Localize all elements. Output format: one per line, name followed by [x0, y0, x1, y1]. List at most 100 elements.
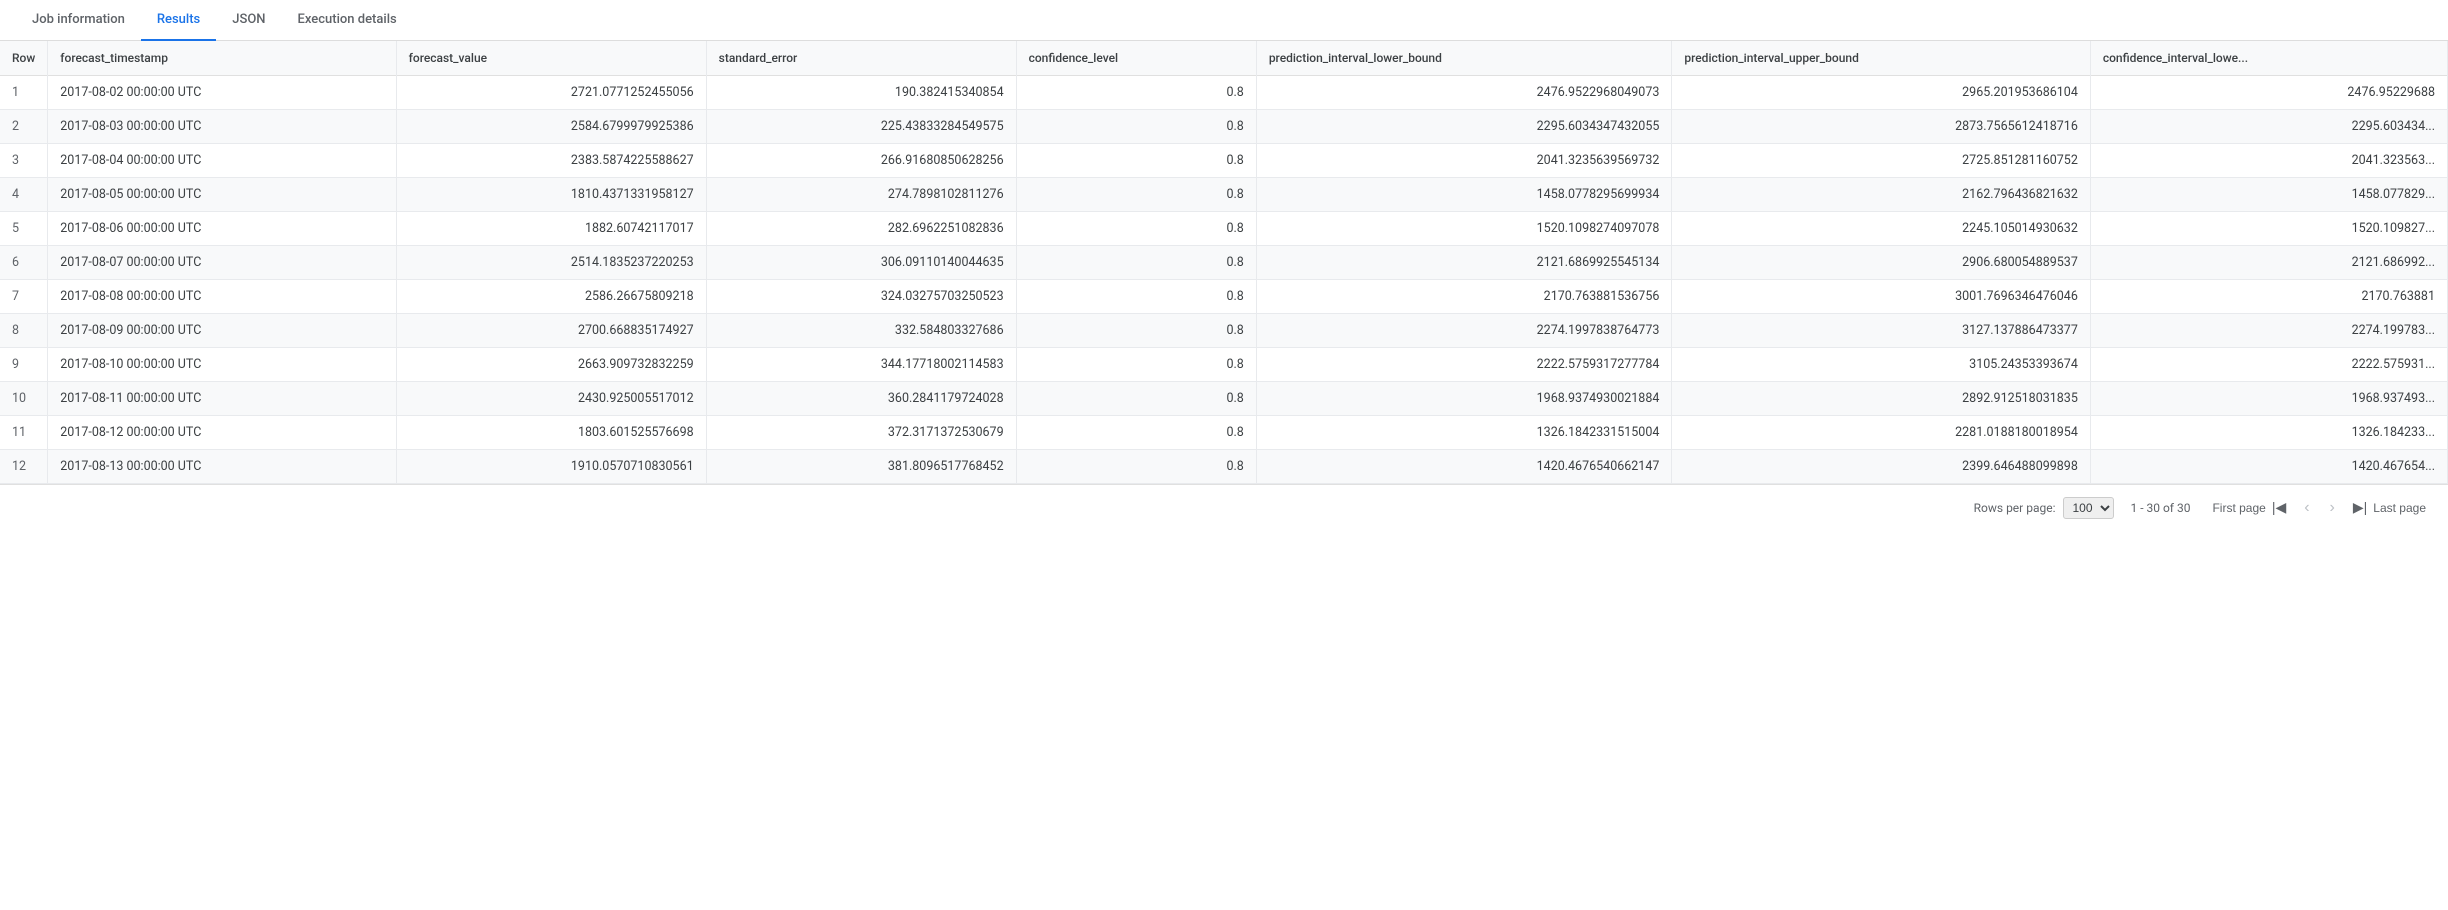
table-cell: 0.8: [1016, 212, 1256, 246]
table-cell: 3: [0, 144, 48, 178]
table-cell: 2892.912518031835: [1672, 382, 2090, 416]
table-cell: 2222.5759317277784: [1256, 348, 1672, 382]
col-header-upper-bound: prediction_interval_upper_bound: [1672, 41, 2090, 76]
table-cell: 2906.680054889537: [1672, 246, 2090, 280]
table-cell: 2584.6799979925386: [396, 110, 706, 144]
table-cell: 2170.763881: [2090, 280, 2447, 314]
last-page-icon: ▶|: [2353, 499, 2367, 516]
prev-page-button[interactable]: ‹: [2296, 496, 2317, 520]
table-cell: 3001.7696346476046: [1672, 280, 2090, 314]
table-cell: 1910.0570710830561: [396, 450, 706, 484]
table-cell: 2873.7565612418716: [1672, 110, 2090, 144]
table-cell: 2476.95229688: [2090, 76, 2447, 110]
table-cell: 2170.763881536756: [1256, 280, 1672, 314]
table-header-row: Row forecast_timestamp forecast_value st…: [0, 41, 2448, 76]
table-cell: 1420.4676540662147: [1256, 450, 1672, 484]
col-header-standard-error: standard_error: [706, 41, 1016, 76]
table-cell: 2274.199783...: [2090, 314, 2447, 348]
table-cell: 190.382415340854: [706, 76, 1016, 110]
table-cell: 11: [0, 416, 48, 450]
table-cell: 282.6962251082836: [706, 212, 1016, 246]
next-page-button[interactable]: ›: [2322, 496, 2343, 520]
table-cell: 2725.851281160752: [1672, 144, 2090, 178]
table-cell: 1420.467654...: [2090, 450, 2447, 484]
rows-per-page-select[interactable]: 100 50 25: [2063, 497, 2114, 519]
table-cell: 2017-08-07 00:00:00 UTC: [48, 246, 396, 280]
table-row: 12017-08-02 00:00:00 UTC2721.07712524550…: [0, 76, 2448, 110]
table-cell: 1: [0, 76, 48, 110]
results-table: Row forecast_timestamp forecast_value st…: [0, 41, 2448, 484]
tab-json[interactable]: JSON: [216, 0, 281, 41]
table-cell: 1520.1098274097078: [1256, 212, 1672, 246]
table-cell: 2121.686992...: [2090, 246, 2447, 280]
table-cell: 3127.137886473377: [1672, 314, 2090, 348]
table-cell: 2430.925005517012: [396, 382, 706, 416]
tab-results[interactable]: Results: [141, 0, 216, 41]
table-cell: 2383.5874225588627: [396, 144, 706, 178]
table-cell: 372.3171372530679: [706, 416, 1016, 450]
table-cell: 2399.646488099898: [1672, 450, 2090, 484]
table-cell: 332.584803327686: [706, 314, 1016, 348]
pagination-controls: First page |◀ ‹ › ▶| Last page: [2206, 495, 2432, 520]
table-cell: 2663.909732832259: [396, 348, 706, 382]
last-page-button[interactable]: ▶| Last page: [2347, 495, 2432, 520]
rows-per-page-label: Rows per page:: [1974, 501, 2056, 515]
table-cell: 2017-08-09 00:00:00 UTC: [48, 314, 396, 348]
table-cell: 2017-08-04 00:00:00 UTC: [48, 144, 396, 178]
table-cell: 2245.105014930632: [1672, 212, 2090, 246]
table-row: 102017-08-11 00:00:00 UTC2430.9250055170…: [0, 382, 2448, 416]
table-cell: 1968.937493...: [2090, 382, 2447, 416]
table-cell: 4: [0, 178, 48, 212]
table-cell: 2586.26675809218: [396, 280, 706, 314]
table-cell: 2017-08-13 00:00:00 UTC: [48, 450, 396, 484]
tab-execution-details[interactable]: Execution details: [282, 0, 413, 41]
first-page-button[interactable]: First page |◀: [2206, 495, 2292, 520]
table-cell: 2222.575931...: [2090, 348, 2447, 382]
table-cell: 225.43833284549575: [706, 110, 1016, 144]
col-header-forecast-value: forecast_value: [396, 41, 706, 76]
pagination-bar: Rows per page: 100 50 25 1 - 30 of 30 Fi…: [0, 484, 2448, 530]
table-cell: 2274.1997838764773: [1256, 314, 1672, 348]
table-cell: 8: [0, 314, 48, 348]
table-row: 72017-08-08 00:00:00 UTC2586.26675809218…: [0, 280, 2448, 314]
table-cell: 266.91680850628256: [706, 144, 1016, 178]
table-cell: 344.17718002114583: [706, 348, 1016, 382]
table-cell: 1520.109827...: [2090, 212, 2447, 246]
tab-job-information[interactable]: Job information: [16, 0, 141, 41]
table-cell: 381.8096517768452: [706, 450, 1016, 484]
col-header-forecast-timestamp: forecast_timestamp: [48, 41, 396, 76]
table-row: 122017-08-13 00:00:00 UTC1910.0570710830…: [0, 450, 2448, 484]
table-cell: 2721.0771252455056: [396, 76, 706, 110]
table-cell: 12: [0, 450, 48, 484]
table-cell: 2514.1835237220253: [396, 246, 706, 280]
tabs-container: Job information Results JSON Execution d…: [0, 0, 2448, 41]
next-icon: ›: [2330, 500, 2335, 516]
table-cell: 2041.323563...: [2090, 144, 2447, 178]
col-header-lower-bound: prediction_interval_lower_bound: [1256, 41, 1672, 76]
table-row: 92017-08-10 00:00:00 UTC2663.90973283225…: [0, 348, 2448, 382]
table-cell: 2017-08-08 00:00:00 UTC: [48, 280, 396, 314]
table-cell: 0.8: [1016, 314, 1256, 348]
table-cell: 306.09110140044635: [706, 246, 1016, 280]
table-cell: 9: [0, 348, 48, 382]
rows-per-page-control: Rows per page: 100 50 25: [1974, 497, 2115, 519]
col-header-row: Row: [0, 41, 48, 76]
table-cell: 10: [0, 382, 48, 416]
tab-bar: Job information Results JSON Execution d…: [0, 0, 2448, 41]
table-cell: 5: [0, 212, 48, 246]
first-page-icon: |◀: [2272, 499, 2286, 516]
table-cell: 1326.184233...: [2090, 416, 2447, 450]
table-row: 62017-08-07 00:00:00 UTC2514.18352372202…: [0, 246, 2448, 280]
first-page-label: First page: [2212, 501, 2265, 515]
table-cell: 360.2841179724028: [706, 382, 1016, 416]
table-cell: 0.8: [1016, 110, 1256, 144]
table-cell: 0.8: [1016, 382, 1256, 416]
table-cell: 1458.0778295699934: [1256, 178, 1672, 212]
table-cell: 0.8: [1016, 416, 1256, 450]
table-cell: 2965.201953686104: [1672, 76, 2090, 110]
table-cell: 324.03275703250523: [706, 280, 1016, 314]
table-cell: 1968.9374930021884: [1256, 382, 1672, 416]
table-cell: 2476.9522968049073: [1256, 76, 1672, 110]
table-row: 32017-08-04 00:00:00 UTC2383.58742255886…: [0, 144, 2448, 178]
table-cell: 2295.603434...: [2090, 110, 2447, 144]
